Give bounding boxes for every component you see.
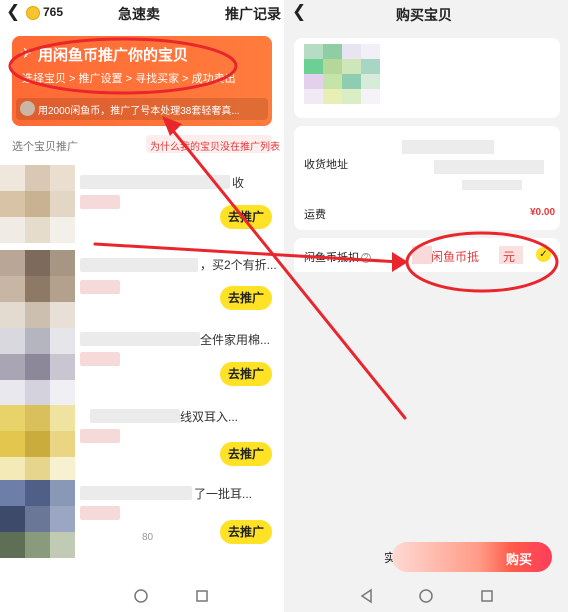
top-bar: ❮ 购买宝贝 [284,0,568,28]
system-nav-bar [284,582,568,612]
promo-records-link[interactable]: 推广记录 [225,4,281,24]
home-icon[interactable] [418,588,434,604]
banner-stats-text: 用2000闲鱼币，推广了号本处理38套轻奢真... [38,106,240,117]
coin-count: 765 [43,5,64,19]
address-card[interactable]: 收货地址 运费 ¥0.00 [294,126,560,230]
promote-button[interactable]: 去推广 [220,520,272,544]
coin-deduct-label: 闲鱼币抵扣 [304,252,359,264]
coin-deduct-unit: 元 [503,250,516,264]
avatar [20,101,35,116]
promo-banner[interactable]: ✈ 用闲鱼币推广你的宝贝 选择宝贝 > 推广设置 > 寻找买家 > 成功卖出 用… [12,36,272,126]
list-item[interactable]: ，买2个有折... 去推广 [0,250,283,328]
shipping-label: 运费 [304,209,326,221]
buy-button-label: 购买 [506,552,533,567]
item-thumbnail [0,480,76,558]
item-title: ，买2个有折... [200,258,277,272]
top-bar: ❮ 765 急速卖 推广记录 [0,0,283,26]
right-screen: ❮ 购买宝贝 收货地址 运费 ¥0.00 闲鱼币抵扣? 闲鱼币抵 元 ✓ 实 购买 [284,0,568,612]
banner-steps: 选择宝贝 > 推广设置 > 寻找买家 > 成功卖出 [22,73,236,85]
item-title: 收 [232,176,245,190]
left-screen: ❮ 765 急速卖 推广记录 ✈ 用闲鱼币推广你的宝贝 选择宝贝 > 推广设置 … [0,0,283,612]
shipping-fee: ¥0.00 [530,207,556,218]
promote-button[interactable]: 去推广 [220,286,272,310]
page-title: 购买宝贝 [396,7,452,23]
buy-button[interactable]: 购买 [392,542,552,572]
item-extra: 80 [142,532,154,543]
recent-apps-icon[interactable] [194,588,210,604]
page-title: 急速卖 [118,6,160,22]
list-item[interactable]: 全件家用棉... 去推广 [0,328,283,406]
coin-deduct-label-wrap: 闲鱼币抵扣? [304,249,371,265]
promote-button[interactable]: 去推广 [220,442,272,466]
item-title: 线双耳入... [180,410,239,424]
list-item[interactable]: 线双耳入... 去推广 [0,405,283,483]
info-icon[interactable]: ? [361,253,371,264]
system-nav-bar [0,584,283,612]
coin-deduct-text: 闲鱼币抵 [431,250,480,264]
item-title: 了一批耳... [194,487,253,501]
recent-apps-icon[interactable] [479,588,495,604]
product-thumbnail [304,44,380,104]
back-triangle-icon[interactable] [359,588,375,604]
item-thumbnail [0,250,76,328]
list-item[interactable]: 了一批耳... 80 去推广 [0,480,283,558]
back-arrow-icon[interactable]: ❮ [292,2,306,22]
address-label: 收货地址 [304,159,348,171]
item-title: 全件家用棉... [200,333,271,347]
why-not-listed-link[interactable]: 为什么我的宝贝没在推广列表 [146,135,280,153]
coin-icon [26,6,40,20]
banner-title: 用闲鱼币推广你的宝贝 [38,47,189,64]
rocket-icon: ✈ [20,45,32,61]
home-icon[interactable] [133,588,149,604]
item-thumbnail [0,165,76,243]
list-item[interactable]: 收 去推广 [0,165,283,243]
promote-button[interactable]: 去推广 [220,362,272,386]
checkmark-icon[interactable]: ✓ [536,247,551,262]
item-thumbnail [0,328,76,406]
coin-deduct-row[interactable]: 闲鱼币抵扣? [294,238,560,272]
coin-deduct-value: 闲鱼币抵 元 [431,248,515,265]
banner-stats: 用2000闲鱼币，推广了号本处理38套轻奢真... [16,98,268,120]
product-card [294,38,560,118]
item-thumbnail [0,405,76,483]
bottom-bar: 实 购买 [284,532,568,580]
back-arrow-icon[interactable]: ❮ [6,2,20,22]
select-item-label: 选个宝贝推广 [12,141,78,153]
promote-button[interactable]: 去推广 [220,205,272,229]
